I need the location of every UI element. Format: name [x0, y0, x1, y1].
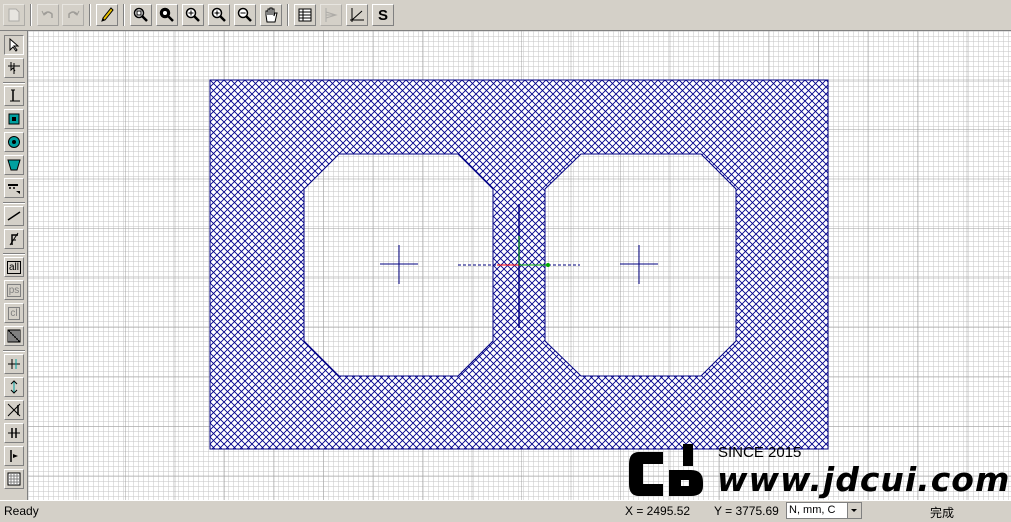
- select-ps-button[interactable]: ps: [4, 280, 24, 300]
- angle-button[interactable]: [346, 4, 368, 26]
- circle-section-icon: [8, 136, 20, 148]
- zoom-extents-button[interactable]: [208, 4, 230, 26]
- mirror-tool-button[interactable]: [4, 400, 24, 420]
- right-hole-centroid-marker: [620, 245, 658, 284]
- redo-button[interactable]: [62, 4, 84, 26]
- palette-separator: [3, 202, 25, 204]
- redo-icon: [68, 10, 80, 18]
- offset-icon: [10, 450, 18, 462]
- section-icon: [325, 8, 338, 22]
- select-tool-button[interactable]: [4, 35, 24, 55]
- status-bar: Ready X = 2495.52 Y = 3775.69 N, mm, C 完…: [0, 500, 1011, 521]
- hatch-tool-button[interactable]: [4, 326, 24, 346]
- circle-tool-button[interactable]: [4, 132, 24, 152]
- toolbar-separator: [123, 4, 125, 26]
- zoom-extents-icon: [211, 7, 226, 22]
- units-select-value: N, mm, C: [789, 504, 836, 516]
- line-member-icon: [10, 89, 20, 102]
- undo-icon: [41, 10, 53, 18]
- section-drawing[interactable]: [28, 31, 1011, 500]
- grid-tool-button[interactable]: [4, 469, 24, 489]
- status-ready: Ready: [4, 504, 39, 518]
- pencil-button[interactable]: [96, 4, 118, 26]
- x-coordinate-readout: X = 2495.52: [625, 504, 691, 518]
- rebar-layer-icon: [8, 184, 20, 194]
- select-cl-button[interactable]: cl: [4, 303, 24, 323]
- f-pen-icon: [9, 232, 19, 246]
- undo-button[interactable]: [37, 4, 59, 26]
- zoom-in-button[interactable]: [182, 4, 204, 26]
- all-text-icon: all: [6, 260, 21, 274]
- section-centroid-axes: [458, 204, 580, 328]
- palette-separator: [3, 253, 25, 255]
- node-select-tool-button[interactable]: [4, 58, 24, 78]
- y-coordinate-readout: Y = 3775.69: [714, 504, 779, 518]
- zoom-window-icon: [133, 7, 148, 22]
- pan-button[interactable]: [260, 4, 282, 26]
- units-select[interactable]: N, mm, C: [786, 502, 862, 519]
- s-button[interactable]: S: [372, 4, 394, 26]
- ps-text-icon: ps: [6, 283, 22, 297]
- site-watermark: SINCE 2015 www.jdcui.com: [625, 440, 1010, 500]
- pencil-icon: [101, 7, 114, 22]
- node-pointer-icon: [8, 62, 20, 74]
- table-icon: [298, 8, 312, 22]
- palette-separator: [3, 82, 25, 84]
- grid-dots-icon: [7, 472, 21, 486]
- drawing-canvas[interactable]: [28, 31, 1011, 500]
- units-dropdown-button[interactable]: [847, 503, 861, 518]
- rebar-layer-tool-button[interactable]: [4, 178, 24, 198]
- zoom-realtime-button[interactable]: [156, 4, 178, 26]
- watermark-url: www.jdcui.com: [717, 460, 1011, 499]
- palette-separator: [3, 350, 25, 352]
- zoom-in-icon: [185, 7, 200, 22]
- align-tool-button[interactable]: [4, 423, 24, 443]
- rectangle-section-icon: [8, 113, 20, 125]
- align-center-icon: [8, 428, 20, 438]
- dimension-vertical-icon: [10, 380, 18, 394]
- arrow-pointer-icon: [9, 38, 20, 52]
- diagonal-line-icon: [7, 211, 21, 221]
- mirror-icon: [7, 403, 21, 417]
- watermark-since: SINCE 2015: [718, 444, 802, 461]
- dimension-horizontal-icon: [8, 359, 20, 369]
- polygon-tool-button[interactable]: [4, 155, 24, 175]
- diagonal-line-tool-button[interactable]: [4, 206, 24, 226]
- zoom-out-icon: [237, 7, 252, 22]
- rectangle-tool-button[interactable]: [4, 109, 24, 129]
- cd-logo-icon: [629, 444, 703, 496]
- status-done: 完成: [930, 506, 955, 520]
- dimension-h-tool-button[interactable]: [4, 354, 24, 374]
- zoom-out-button[interactable]: [234, 4, 256, 26]
- line-member-tool-button[interactable]: [4, 86, 24, 106]
- pan-hand-icon: [265, 7, 278, 23]
- angle-icon: [350, 8, 364, 22]
- zoom-realtime-icon: [159, 7, 174, 22]
- section-button[interactable]: [320, 4, 342, 26]
- cl-text-icon: cl: [8, 306, 20, 320]
- fill-tool-button[interactable]: [4, 229, 24, 249]
- hatch-pattern-icon: [7, 329, 21, 343]
- table-button[interactable]: [294, 4, 316, 26]
- toolbar-separator: [30, 4, 32, 26]
- chevron-down-icon: [851, 509, 857, 512]
- new-document-icon: [8, 8, 20, 22]
- zoom-window-button[interactable]: [130, 4, 152, 26]
- s-icon: S: [377, 6, 388, 24]
- left-hole-centroid-marker: [380, 245, 418, 284]
- main-toolbar: S: [0, 0, 1011, 31]
- polygon-section-icon: [7, 159, 21, 171]
- left-tool-palette: all ps cl: [0, 31, 28, 500]
- new-document-button[interactable]: [3, 4, 25, 26]
- dimension-v-tool-button[interactable]: [4, 377, 24, 397]
- toolbar-separator: [89, 4, 91, 26]
- select-all-button[interactable]: all: [4, 257, 24, 277]
- toolbar-separator: [287, 4, 289, 26]
- offset-tool-button[interactable]: [4, 446, 24, 466]
